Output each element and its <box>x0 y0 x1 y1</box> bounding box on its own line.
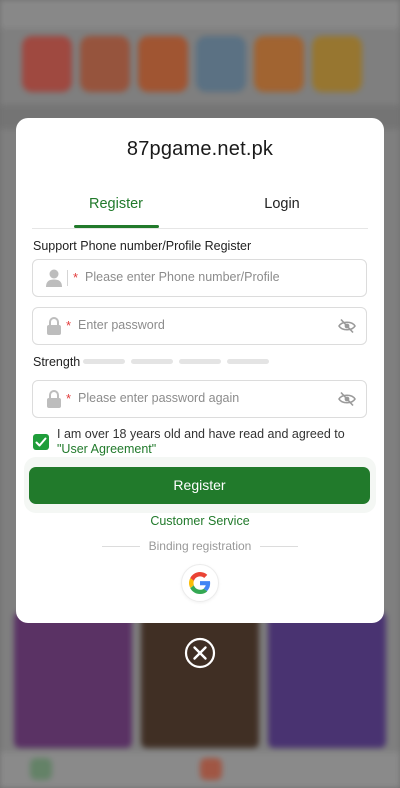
password-input[interactable] <box>78 308 328 342</box>
lock-icon <box>47 317 61 335</box>
strength-label: Strength <box>33 355 81 369</box>
register-dialog: 87pgame.net.pk Register Login Support Ph… <box>16 118 384 623</box>
agreement-text: I am over 18 years old and have read and… <box>57 427 375 457</box>
user-agreement-link[interactable]: "User Agreement" <box>57 442 156 456</box>
agreement-checkbox[interactable] <box>33 434 49 450</box>
phone-input[interactable] <box>85 260 355 294</box>
customer-service-link[interactable]: Customer Service <box>16 514 384 528</box>
close-circle-icon[interactable] <box>184 637 216 669</box>
eye-off-icon[interactable] <box>338 391 356 407</box>
confirm-password-input[interactable] <box>78 381 328 415</box>
site-title: 87pgame.net.pk <box>126 138 274 160</box>
field-separator <box>67 270 68 286</box>
required-mark: * <box>73 270 79 285</box>
google-login-button[interactable] <box>181 564 219 602</box>
strength-bar-segment <box>227 359 269 364</box>
eye-off-icon[interactable] <box>338 318 356 334</box>
divider-line-right <box>260 546 298 547</box>
required-mark: * <box>66 391 72 406</box>
tab-divider <box>32 228 368 229</box>
google-icon <box>189 572 211 594</box>
agreement-label: I am over 18 years old and have read and… <box>57 427 345 441</box>
password-field: * <box>32 307 367 345</box>
binding-registration-label: Binding registration <box>148 539 252 553</box>
check-icon <box>35 437 47 447</box>
section-label: Support Phone number/Profile Register <box>33 239 252 253</box>
register-button[interactable]: Register <box>29 467 370 504</box>
phone-field: * <box>32 259 367 297</box>
strength-bar-segment <box>83 359 125 364</box>
user-icon <box>46 269 62 287</box>
active-tab-indicator <box>74 225 159 228</box>
strength-bar-segment <box>131 359 173 364</box>
lock-icon <box>47 390 61 408</box>
strength-bar-segment <box>179 359 221 364</box>
tab-register[interactable]: Register <box>26 196 206 212</box>
tab-login[interactable]: Login <box>192 196 372 212</box>
confirm-password-field: * <box>32 380 367 418</box>
required-mark: * <box>66 318 72 333</box>
